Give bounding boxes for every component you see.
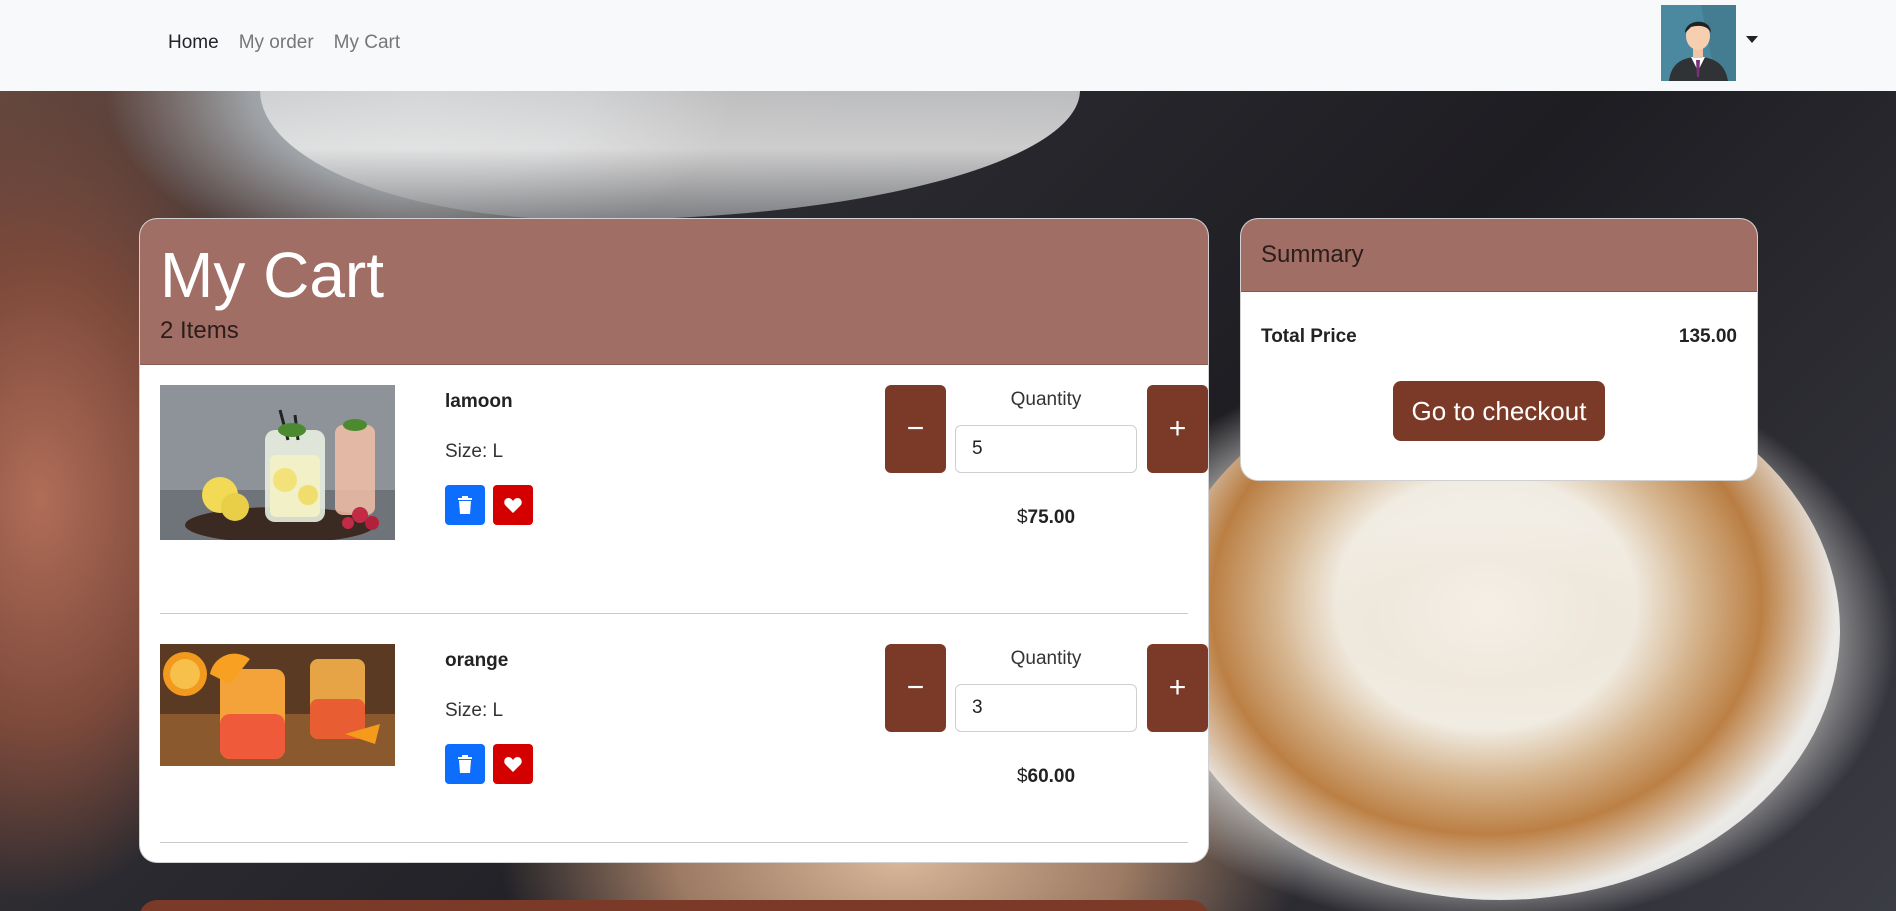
total-price-row: Total Price 135.00 — [1261, 326, 1737, 348]
cart-card: My Cart 2 Items lamoon Size: L − Quantit… — [139, 218, 1209, 863]
nav-link-my-cart[interactable]: My Cart — [334, 32, 401, 54]
total-price-value: 135.00 — [1678, 326, 1737, 347]
quantity-label: Quantity — [1010, 389, 1082, 410]
trash-icon — [458, 496, 472, 514]
quantity-input[interactable] — [955, 425, 1137, 473]
cart-item: lamoon Size: L − Quantity + $75.00 — [160, 385, 1208, 614]
navbar: Home My order My Cart — [0, 0, 1896, 91]
cart-item: orange Size: L − Quantity + $60.00 — [160, 614, 1208, 843]
price-currency: $ — [1016, 507, 1028, 528]
item-size: Size: L — [445, 441, 504, 462]
heart-icon — [504, 757, 522, 772]
quantity-input[interactable] — [955, 684, 1137, 732]
favorite-item-button[interactable] — [493, 744, 533, 784]
item-name: lamoon — [445, 391, 513, 412]
decrease-quantity-button[interactable]: − — [885, 644, 946, 732]
nav-links: Home My order My Cart — [168, 32, 400, 54]
delete-item-button[interactable] — [445, 744, 485, 784]
nav-link-home[interactable]: Home — [168, 32, 219, 54]
checkout-button[interactable]: Go to checkout — [1393, 381, 1605, 441]
summary-card: Summary Total Price 135.00 Go to checkou… — [1240, 218, 1758, 481]
item-price: $75.00 — [955, 507, 1137, 529]
decrease-quantity-button[interactable]: − — [885, 385, 946, 473]
product-image-lemonade — [160, 385, 395, 540]
cart-item-count: 2 Items — [160, 317, 239, 344]
product-image-orange-drink — [160, 644, 395, 766]
heart-icon — [504, 498, 522, 513]
item-name: orange — [445, 650, 509, 671]
item-size: Size: L — [445, 700, 504, 721]
price-value: 60.00 — [1027, 766, 1076, 787]
user-avatar-icon[interactable] — [1661, 5, 1736, 81]
cart-header: My Cart 2 Items — [140, 219, 1208, 365]
trash-icon — [458, 755, 472, 773]
page-title: My Cart — [160, 239, 384, 311]
next-section-card — [139, 900, 1209, 911]
chevron-down-icon[interactable] — [1746, 36, 1758, 43]
price-currency: $ — [1016, 766, 1028, 787]
item-price: $60.00 — [955, 766, 1137, 788]
cart-items: lamoon Size: L − Quantity + $75.00 — [140, 365, 1208, 843]
nav-link-my-order[interactable]: My order — [239, 32, 314, 54]
favorite-item-button[interactable] — [493, 485, 533, 525]
total-price-label: Total Price — [1261, 326, 1357, 347]
quantity-label: Quantity — [1010, 648, 1082, 669]
delete-item-button[interactable] — [445, 485, 485, 525]
price-value: 75.00 — [1027, 507, 1076, 528]
increase-quantity-button[interactable]: + — [1147, 644, 1208, 732]
increase-quantity-button[interactable]: + — [1147, 385, 1208, 473]
summary-title: Summary — [1241, 219, 1757, 292]
